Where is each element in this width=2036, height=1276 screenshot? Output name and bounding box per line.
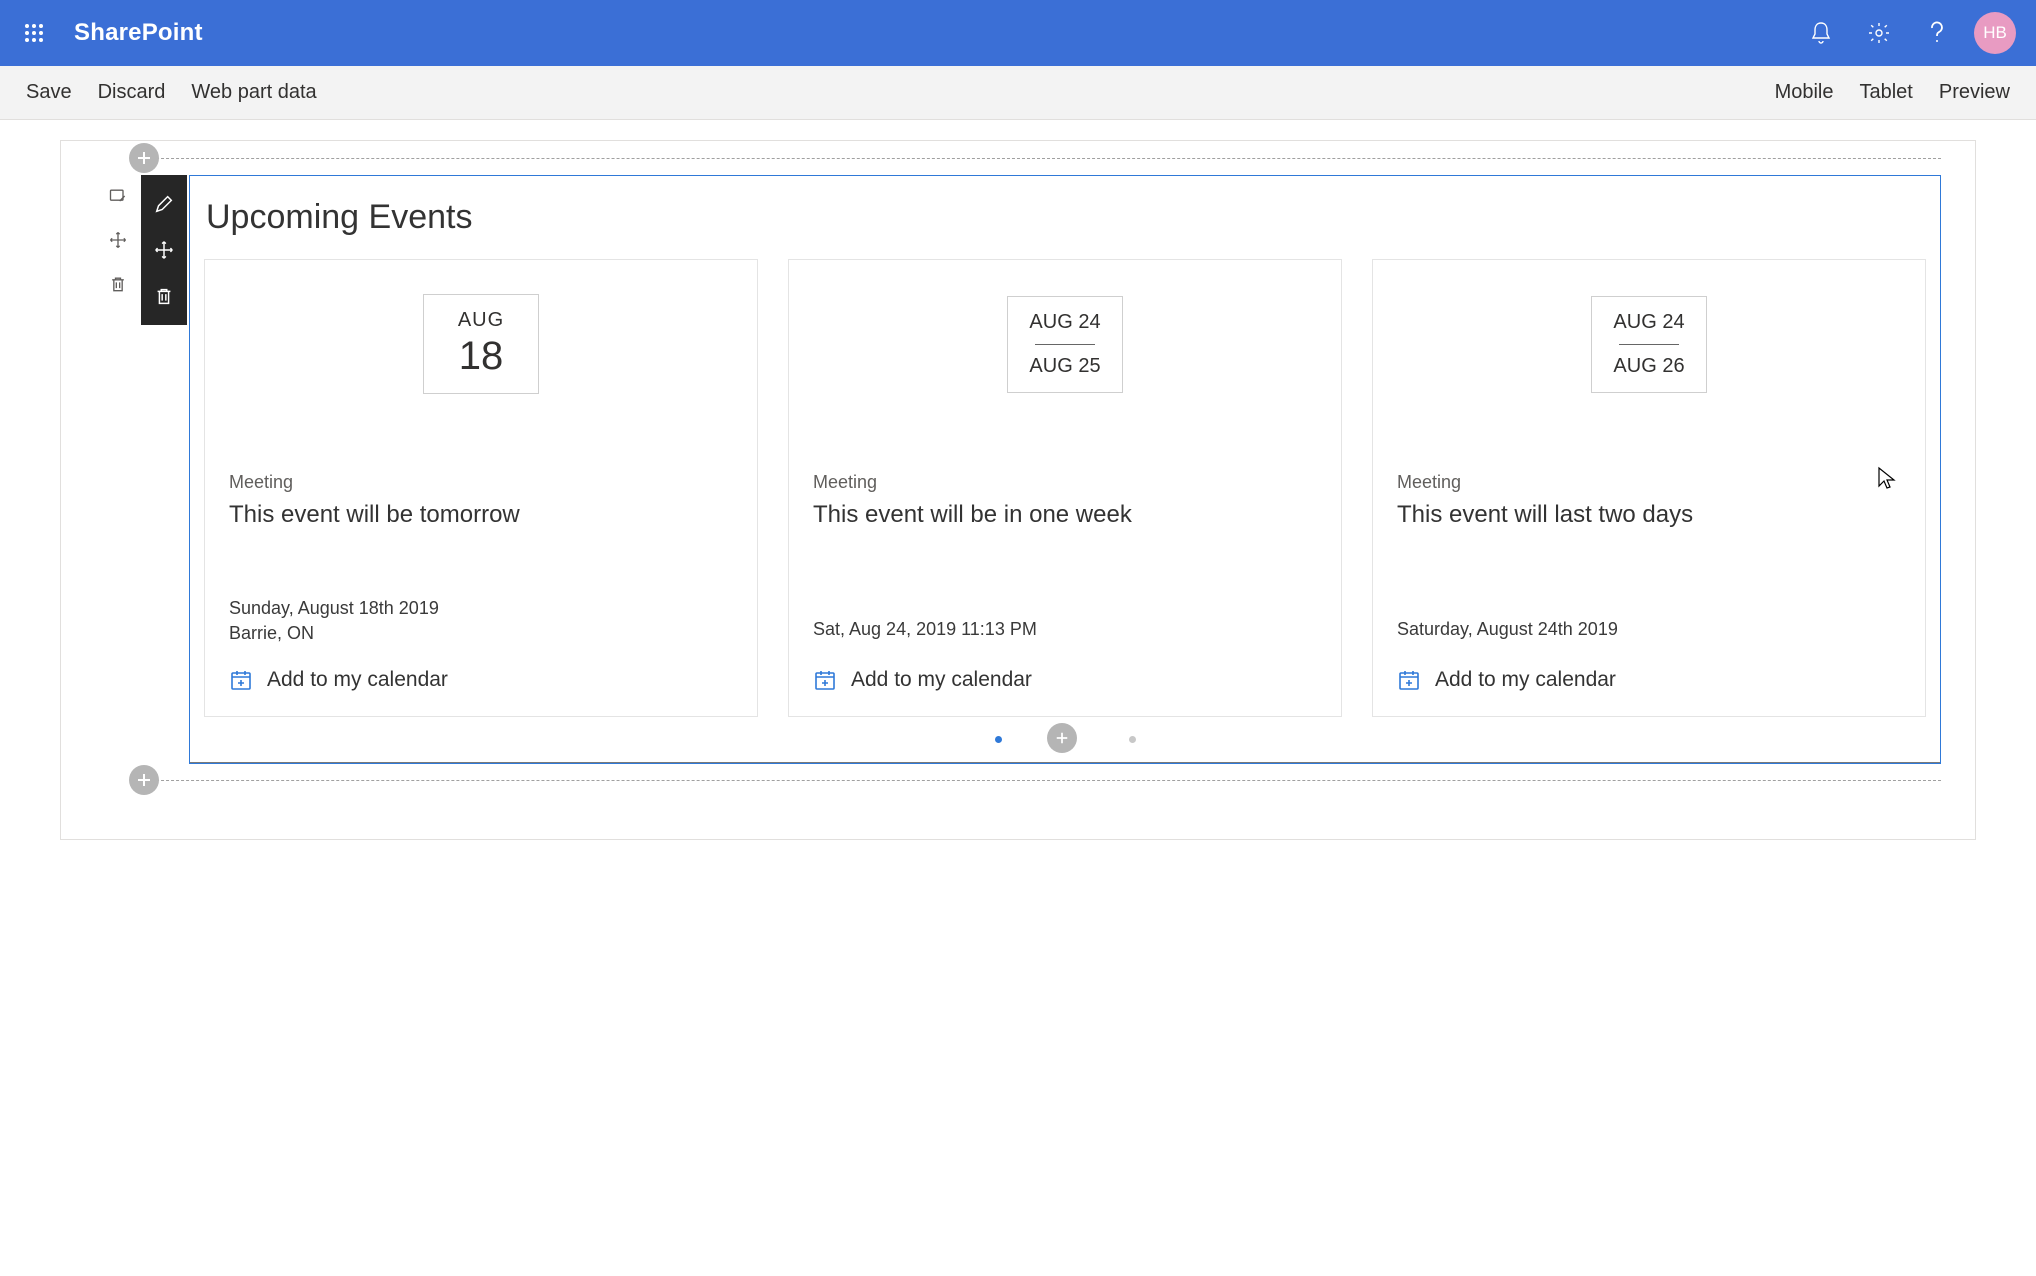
pager-dot[interactable] xyxy=(1129,736,1136,743)
event-date-badge: AUG 18 xyxy=(423,294,539,394)
event-datetime: Sat, Aug 24, 2019 11:13 PM xyxy=(813,619,1317,640)
brand-label[interactable]: SharePoint xyxy=(74,19,203,47)
add-section-bottom-button[interactable] xyxy=(129,765,159,795)
add-section-top-button[interactable] xyxy=(129,143,159,173)
suite-bar: SharePoint HB xyxy=(0,0,2036,66)
add-to-calendar-button[interactable]: Add to my calendar xyxy=(1397,668,1901,692)
add-to-calendar-label: Add to my calendar xyxy=(267,668,448,692)
edit-section-icon[interactable] xyxy=(101,179,135,213)
event-date-badge: AUG 24 AUG 25 xyxy=(1007,296,1123,393)
event-month: AUG xyxy=(424,309,538,332)
event-datetime: Sunday, August 18th 2019 xyxy=(229,598,733,619)
webpart-data-button[interactable]: Web part data xyxy=(191,81,316,104)
app-launcher-icon[interactable] xyxy=(12,11,56,55)
delete-section-icon[interactable] xyxy=(101,267,135,301)
move-webpart-icon[interactable] xyxy=(141,227,187,273)
pager-dot[interactable] xyxy=(995,736,1002,743)
webpart-toolbar xyxy=(141,175,187,325)
event-card[interactable]: AUG 24 AUG 25 Meeting This event will be… xyxy=(788,259,1342,717)
event-cards-row: AUG 18 Meeting This event will be tomorr… xyxy=(204,259,1926,717)
add-to-calendar-label: Add to my calendar xyxy=(851,668,1032,692)
add-to-calendar-button[interactable]: Add to my calendar xyxy=(229,668,733,692)
event-range-start: AUG 24 xyxy=(1008,311,1122,344)
discard-button[interactable]: Discard xyxy=(98,81,166,104)
event-title: This event will last two days xyxy=(1397,499,1901,530)
save-button[interactable]: Save xyxy=(26,81,72,104)
section-toolbar xyxy=(95,175,141,311)
event-title: This event will be in one week xyxy=(813,499,1317,530)
notifications-icon[interactable] xyxy=(1792,0,1850,66)
event-range-end: AUG 25 xyxy=(1008,345,1122,378)
event-card[interactable]: AUG 18 Meeting This event will be tomorr… xyxy=(204,259,758,717)
help-icon[interactable] xyxy=(1908,0,1966,66)
calendar-add-icon xyxy=(229,668,253,692)
event-card[interactable]: AUG 24 AUG 26 Meeting This event will la… xyxy=(1372,259,1926,717)
edit-webpart-icon[interactable] xyxy=(141,181,187,227)
upcoming-events-webpart[interactable]: Upcoming Events AUG 18 Meeting This even… xyxy=(189,175,1941,764)
page-canvas: Upcoming Events AUG 18 Meeting This even… xyxy=(60,140,1976,840)
event-title: This event will be tomorrow xyxy=(229,499,733,530)
tablet-view-button[interactable]: Tablet xyxy=(1859,81,1912,104)
user-avatar[interactable]: HB xyxy=(1974,12,2016,54)
move-section-icon[interactable] xyxy=(101,223,135,257)
mobile-view-button[interactable]: Mobile xyxy=(1775,81,1834,104)
add-between-button[interactable] xyxy=(1047,723,1077,753)
webpart-title: Upcoming Events xyxy=(206,198,1926,237)
event-range-end: AUG 26 xyxy=(1592,345,1706,378)
add-to-calendar-button[interactable]: Add to my calendar xyxy=(813,668,1317,692)
event-category: Meeting xyxy=(229,472,733,493)
event-datetime: Saturday, August 24th 2019 xyxy=(1397,619,1901,640)
event-category: Meeting xyxy=(813,472,1317,493)
preview-button[interactable]: Preview xyxy=(1939,81,2010,104)
carousel-pager xyxy=(204,729,1926,749)
calendar-add-icon xyxy=(813,668,837,692)
calendar-add-icon xyxy=(1397,668,1421,692)
add-to-calendar-label: Add to my calendar xyxy=(1435,668,1616,692)
command-bar: Save Discard Web part data Mobile Tablet… xyxy=(0,66,2036,120)
event-range-start: AUG 24 xyxy=(1592,311,1706,344)
event-location: Barrie, ON xyxy=(229,623,733,644)
event-date-badge: AUG 24 AUG 26 xyxy=(1591,296,1707,393)
delete-webpart-icon[interactable] xyxy=(141,273,187,319)
event-day: 18 xyxy=(424,334,538,379)
event-category: Meeting xyxy=(1397,472,1901,493)
settings-icon[interactable] xyxy=(1850,0,1908,66)
